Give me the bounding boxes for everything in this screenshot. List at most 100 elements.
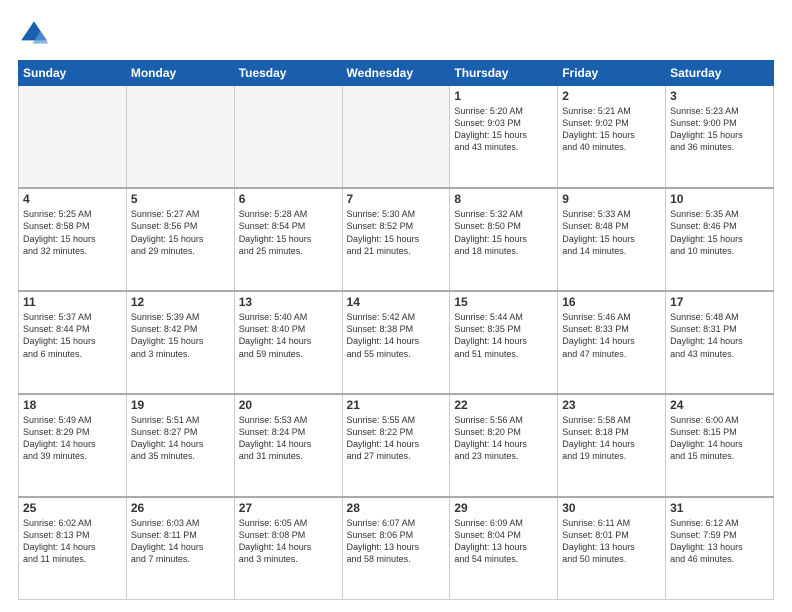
calendar-header-sunday: Sunday — [19, 61, 127, 86]
day-info: Sunrise: 5:37 AM Sunset: 8:44 PM Dayligh… — [23, 311, 122, 360]
day-info: Sunrise: 5:58 AM Sunset: 8:18 PM Dayligh… — [562, 414, 661, 463]
calendar-header-tuesday: Tuesday — [234, 61, 342, 86]
calendar-day-cell: 10 Sunrise: 5:35 AM Sunset: 8:46 PM Dayli… — [666, 188, 774, 291]
calendar-day-cell: 4 Sunrise: 5:25 AM Sunset: 8:58 PM Daylig… — [19, 188, 127, 291]
day-info: Sunrise: 5:35 AM Sunset: 8:46 PM Dayligh… — [670, 208, 769, 257]
calendar-day-cell: 24 Sunrise: 6:00 AM Sunset: 8:15 PM Dayli… — [666, 394, 774, 497]
day-info: Sunrise: 5:55 AM Sunset: 8:22 PM Dayligh… — [347, 414, 446, 463]
day-info: Sunrise: 5:23 AM Sunset: 9:00 PM Dayligh… — [670, 105, 769, 154]
day-number: 5 — [131, 192, 230, 206]
day-number: 7 — [347, 192, 446, 206]
day-info: Sunrise: 5:32 AM Sunset: 8:50 PM Dayligh… — [454, 208, 553, 257]
calendar-day-cell: 31 Sunrise: 6:12 AM Sunset: 7:59 PM Dayli… — [666, 497, 774, 600]
day-number: 30 — [562, 501, 661, 515]
day-number: 24 — [670, 398, 769, 412]
day-info: Sunrise: 5:33 AM Sunset: 8:48 PM Dayligh… — [562, 208, 661, 257]
calendar-day-cell: 2 Sunrise: 5:21 AM Sunset: 9:02 PM Daylig… — [558, 86, 666, 189]
calendar-day-cell: 20 Sunrise: 5:53 AM Sunset: 8:24 PM Dayli… — [234, 394, 342, 497]
day-info: Sunrise: 6:12 AM Sunset: 7:59 PM Dayligh… — [670, 517, 769, 566]
calendar-week-row: 25 Sunrise: 6:02 AM Sunset: 8:13 PM Dayli… — [19, 497, 774, 600]
calendar-day-cell: 25 Sunrise: 6:02 AM Sunset: 8:13 PM Dayli… — [19, 497, 127, 600]
day-info: Sunrise: 6:03 AM Sunset: 8:11 PM Dayligh… — [131, 517, 230, 566]
day-number: 6 — [239, 192, 338, 206]
day-info: Sunrise: 6:11 AM Sunset: 8:01 PM Dayligh… — [562, 517, 661, 566]
day-info: Sunrise: 5:56 AM Sunset: 8:20 PM Dayligh… — [454, 414, 553, 463]
day-info: Sunrise: 6:02 AM Sunset: 8:13 PM Dayligh… — [23, 517, 122, 566]
day-info: Sunrise: 5:40 AM Sunset: 8:40 PM Dayligh… — [239, 311, 338, 360]
calendar-day-cell: 15 Sunrise: 5:44 AM Sunset: 8:35 PM Dayli… — [450, 291, 558, 394]
calendar-day-cell: 29 Sunrise: 6:09 AM Sunset: 8:04 PM Dayli… — [450, 497, 558, 600]
calendar-day-cell: 12 Sunrise: 5:39 AM Sunset: 8:42 PM Dayli… — [126, 291, 234, 394]
logo-icon — [18, 18, 50, 50]
day-number: 25 — [23, 501, 122, 515]
calendar-day-cell: 9 Sunrise: 5:33 AM Sunset: 8:48 PM Daylig… — [558, 188, 666, 291]
day-number: 19 — [131, 398, 230, 412]
day-info: Sunrise: 5:42 AM Sunset: 8:38 PM Dayligh… — [347, 311, 446, 360]
calendar-header-thursday: Thursday — [450, 61, 558, 86]
calendar-header-monday: Monday — [126, 61, 234, 86]
day-info: Sunrise: 6:05 AM Sunset: 8:08 PM Dayligh… — [239, 517, 338, 566]
day-number: 12 — [131, 295, 230, 309]
day-number: 26 — [131, 501, 230, 515]
day-number: 1 — [454, 89, 553, 103]
logo — [18, 18, 56, 50]
day-info: Sunrise: 5:21 AM Sunset: 9:02 PM Dayligh… — [562, 105, 661, 154]
calendar-day-cell: 19 Sunrise: 5:51 AM Sunset: 8:27 PM Dayli… — [126, 394, 234, 497]
calendar-day-cell: 30 Sunrise: 6:11 AM Sunset: 8:01 PM Dayli… — [558, 497, 666, 600]
calendar-day-cell — [342, 86, 450, 189]
calendar-day-cell: 6Sunrise: 5:28 AM Sunset: 8:54 PM Daylig… — [234, 188, 342, 291]
day-info: Sunrise: 5:51 AM Sunset: 8:27 PM Dayligh… — [131, 414, 230, 463]
day-number: 4 — [23, 192, 122, 206]
calendar-header-wednesday: Wednesday — [342, 61, 450, 86]
day-info: Sunrise: 6:09 AM Sunset: 8:04 PM Dayligh… — [454, 517, 553, 566]
day-info: Sunrise: 5:27 AM Sunset: 8:56 PM Dayligh… — [131, 208, 230, 257]
day-number: 11 — [23, 295, 122, 309]
day-number: 13 — [239, 295, 338, 309]
day-info: Sunrise: 5:39 AM Sunset: 8:42 PM Dayligh… — [131, 311, 230, 360]
calendar-day-cell: 27 Sunrise: 6:05 AM Sunset: 8:08 PM Dayli… — [234, 497, 342, 600]
day-number: 10 — [670, 192, 769, 206]
calendar-day-cell: 3 Sunrise: 5:23 AM Sunset: 9:00 PM Daylig… — [666, 86, 774, 189]
day-info: Sunrise: 5:53 AM Sunset: 8:24 PM Dayligh… — [239, 414, 338, 463]
day-number: 15 — [454, 295, 553, 309]
calendar-day-cell: 22Sunrise: 5:56 AM Sunset: 8:20 PM Dayli… — [450, 394, 558, 497]
calendar-week-row: 11 Sunrise: 5:37 AM Sunset: 8:44 PM Dayli… — [19, 291, 774, 394]
day-number: 16 — [562, 295, 661, 309]
day-number: 17 — [670, 295, 769, 309]
day-info: Sunrise: 5:46 AM Sunset: 8:33 PM Dayligh… — [562, 311, 661, 360]
calendar-header-friday: Friday — [558, 61, 666, 86]
day-number: 31 — [670, 501, 769, 515]
day-info: Sunrise: 5:30 AM Sunset: 8:52 PM Dayligh… — [347, 208, 446, 257]
day-number: 9 — [562, 192, 661, 206]
calendar-day-cell: 14 Sunrise: 5:42 AM Sunset: 8:38 PM Dayli… — [342, 291, 450, 394]
calendar-day-cell: 11 Sunrise: 5:37 AM Sunset: 8:44 PM Dayli… — [19, 291, 127, 394]
day-number: 2 — [562, 89, 661, 103]
day-number: 8 — [454, 192, 553, 206]
calendar-day-cell: 8 Sunrise: 5:32 AM Sunset: 8:50 PM Daylig… — [450, 188, 558, 291]
day-number: 29 — [454, 501, 553, 515]
day-number: 28 — [347, 501, 446, 515]
calendar-day-cell: 17 Sunrise: 5:48 AM Sunset: 8:31 PM Dayli… — [666, 291, 774, 394]
day-number: 20 — [239, 398, 338, 412]
day-info: Sunrise: 5:48 AM Sunset: 8:31 PM Dayligh… — [670, 311, 769, 360]
day-number: 3 — [670, 89, 769, 103]
day-number: 27 — [239, 501, 338, 515]
page: SundayMondayTuesdayWednesdayThursdayFrid… — [0, 0, 792, 612]
header — [18, 18, 774, 50]
calendar-day-cell — [19, 86, 127, 189]
calendar-day-cell: 28 Sunrise: 6:07 AM Sunset: 8:06 PM Dayli… — [342, 497, 450, 600]
calendar-day-cell: 18Sunrise: 5:49 AM Sunset: 8:29 PM Dayli… — [19, 394, 127, 497]
calendar-day-cell — [234, 86, 342, 189]
day-info: Sunrise: 5:20 AM Sunset: 9:03 PM Dayligh… — [454, 105, 553, 154]
day-info: Sunrise: 6:07 AM Sunset: 8:06 PM Dayligh… — [347, 517, 446, 566]
calendar-header-saturday: Saturday — [666, 61, 774, 86]
calendar-day-cell: 13 Sunrise: 5:40 AM Sunset: 8:40 PM Dayli… — [234, 291, 342, 394]
calendar-day-cell: 5 Sunrise: 5:27 AM Sunset: 8:56 PM Daylig… — [126, 188, 234, 291]
day-info: Sunrise: 5:44 AM Sunset: 8:35 PM Dayligh… — [454, 311, 553, 360]
day-number: 14 — [347, 295, 446, 309]
calendar-day-cell: 23Sunrise: 5:58 AM Sunset: 8:18 PM Dayli… — [558, 394, 666, 497]
calendar-day-cell: 1 Sunrise: 5:20 AM Sunset: 9:03 PM Daylig… — [450, 86, 558, 189]
day-info: Sunrise: 5:25 AM Sunset: 8:58 PM Dayligh… — [23, 208, 122, 257]
day-info: Sunrise: 6:00 AM Sunset: 8:15 PM Dayligh… — [670, 414, 769, 463]
calendar-header-row: SundayMondayTuesdayWednesdayThursdayFrid… — [19, 61, 774, 86]
